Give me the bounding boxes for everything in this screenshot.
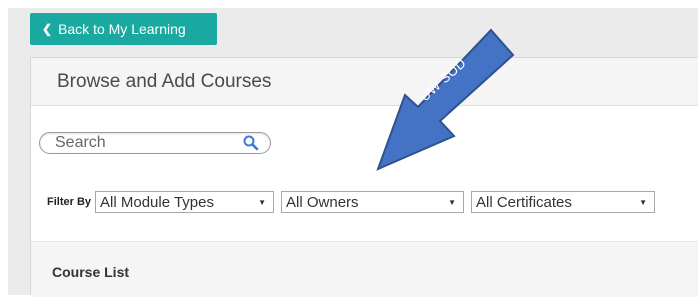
module-types-value: All Module Types — [100, 193, 214, 211]
page-title: Browse and Add Courses — [57, 70, 272, 92]
module-types-select[interactable]: All Module Types ▼ — [95, 191, 275, 213]
course-list-title: Course List — [52, 264, 130, 280]
search-icon[interactable] — [242, 134, 260, 152]
browse-courses-panel: Browse and Add Courses Filter By All Mod… — [30, 57, 698, 297]
certificates-select[interactable]: All Certificates ▼ — [471, 191, 656, 213]
dropdown-arrow-icon: ▼ — [639, 197, 648, 207]
back-to-my-learning-button[interactable]: ❮ Back to My Learning — [30, 13, 217, 45]
back-button-label: Back to My Learning — [58, 21, 186, 37]
search-field[interactable] — [39, 132, 271, 154]
dropdown-arrow-icon: ▼ — [448, 197, 457, 207]
filter-row: Filter By All Module Types ▼ All Owners … — [47, 191, 662, 213]
owners-select[interactable]: All Owners ▼ — [281, 191, 465, 213]
owners-value: All Owners — [286, 193, 359, 211]
panel-header: Browse and Add Courses — [31, 58, 698, 106]
filter-label: Filter By — [47, 196, 92, 208]
search-input[interactable] — [53, 133, 227, 153]
top-strip — [0, 0, 698, 8]
course-list-section: Course List — [31, 241, 698, 297]
chevron-left-icon: ❮ — [42, 22, 53, 36]
left-gutter — [0, 0, 8, 295]
dropdown-arrow-icon: ▼ — [258, 197, 267, 207]
certificates-value: All Certificates — [476, 193, 572, 211]
